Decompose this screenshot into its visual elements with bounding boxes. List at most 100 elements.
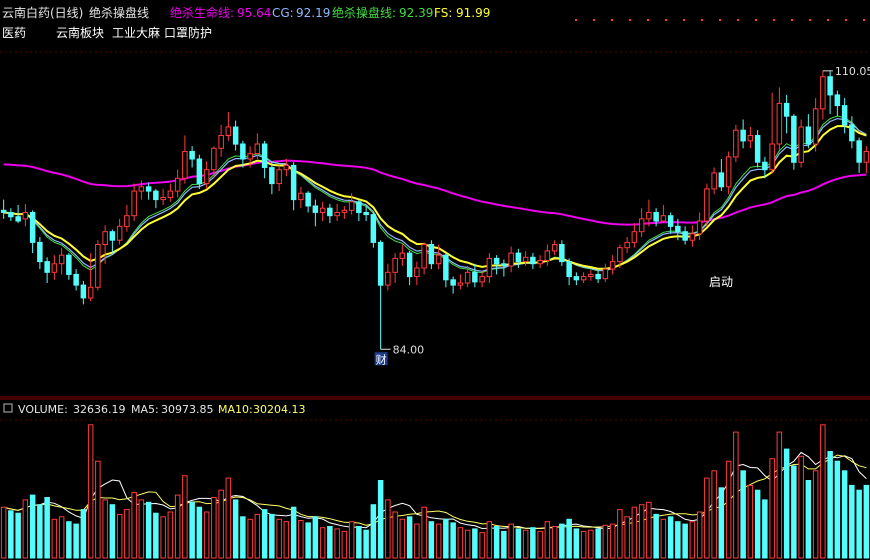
candle: [667, 212, 674, 234]
candle: [486, 253, 493, 283]
candle: [776, 87, 783, 152]
candle: [609, 255, 616, 275]
candle: [754, 130, 761, 168]
low-label: 84.00: [393, 343, 425, 356]
volume-bar: [363, 529, 369, 559]
candle-body: [580, 276, 587, 281]
candle: [124, 204, 130, 232]
volume-bar: [812, 470, 819, 559]
candle-body: [762, 161, 768, 171]
candle: [718, 159, 725, 192]
volume-bar: [189, 501, 195, 559]
candle: [834, 90, 841, 117]
tag-dama: 工业大麻: [112, 25, 160, 40]
volume-bar: [73, 523, 79, 559]
candle-body: [131, 190, 137, 217]
candle-body: [624, 241, 630, 249]
volume-bar: [66, 521, 72, 559]
candle-body: [385, 271, 391, 286]
candle: [116, 218, 123, 245]
candle: [791, 114, 797, 170]
volume-toggle-icon[interactable]: [3, 403, 13, 413]
candle-body: [522, 256, 529, 263]
candle-body: [218, 135, 224, 149]
indicator-name: 绝杀操盘线: [89, 5, 149, 20]
volume-bar: [428, 521, 435, 559]
life-line-label: 绝杀生命线:: [170, 5, 234, 20]
candle-body: [116, 225, 123, 241]
candle-body: [798, 126, 804, 163]
high-label: 110.05: [835, 65, 870, 78]
volume-bar: [341, 530, 348, 559]
candle: [80, 280, 87, 305]
candle-body: [87, 286, 94, 299]
volume-bar: [370, 504, 377, 559]
volume-bar: [725, 460, 732, 559]
candle-body: [174, 177, 181, 192]
candle-body: [435, 254, 442, 265]
cai-marker[interactable]: 财: [376, 352, 387, 366]
candle: [240, 140, 246, 168]
volume-bar: [37, 504, 43, 559]
volume-bar: [667, 516, 674, 559]
candle-body: [689, 233, 696, 241]
candle: [595, 271, 601, 283]
volume-bar: [617, 509, 623, 559]
candle-body: [305, 192, 311, 207]
volume-bar: [356, 526, 362, 559]
volume-bar: [218, 489, 224, 559]
cg-value: 92.19: [296, 6, 330, 20]
volume-bar: [646, 501, 652, 559]
candle: [566, 258, 572, 286]
volume-bar: [863, 484, 870, 559]
candle-body: [486, 257, 493, 278]
candle: [37, 237, 43, 270]
volume-bar: [124, 509, 130, 559]
candle-body: [537, 260, 543, 265]
volume-bar: [131, 492, 137, 559]
tag-kouzhao: 口罩防护: [164, 25, 212, 40]
volume-bar: [783, 448, 790, 559]
candle: [145, 182, 152, 200]
candle: [22, 203, 29, 227]
candle: [51, 255, 58, 280]
candle: [711, 167, 717, 195]
candle-body: [515, 252, 522, 263]
candle-body: [370, 214, 377, 243]
volume-bar: [102, 499, 108, 559]
candle-body: [450, 279, 456, 286]
volume-bar: [261, 509, 268, 559]
candle-body: [341, 209, 348, 213]
candle-body: [15, 216, 21, 222]
candle-body: [58, 254, 65, 265]
candle-body: [733, 129, 739, 158]
candle-body: [551, 244, 558, 252]
volume-bar: [711, 470, 717, 559]
candle: [508, 246, 514, 273]
candle: [580, 272, 587, 283]
candle: [319, 201, 326, 221]
candle-body: [334, 212, 340, 217]
candle: [443, 253, 449, 288]
candle: [740, 119, 746, 149]
candle: [457, 274, 464, 290]
candle-body: [327, 207, 333, 217]
candle: [385, 263, 391, 291]
volume-bar: [472, 528, 478, 559]
candle: [196, 154, 203, 189]
volume-bar: [95, 460, 101, 559]
candle-body: [406, 252, 413, 278]
volume-bar: [15, 512, 21, 559]
candle-body: [363, 212, 369, 216]
candle: [29, 210, 36, 254]
candle-body: [464, 271, 471, 284]
volume-bar: [334, 528, 340, 559]
candle-body: [479, 276, 485, 283]
candle-body: [203, 169, 210, 185]
candle: [783, 94, 790, 134]
candle: [370, 212, 377, 248]
volume-bar: [377, 480, 384, 559]
volume-bar: [247, 518, 253, 559]
fs-label: FS:: [434, 6, 452, 20]
candle: [769, 92, 775, 173]
